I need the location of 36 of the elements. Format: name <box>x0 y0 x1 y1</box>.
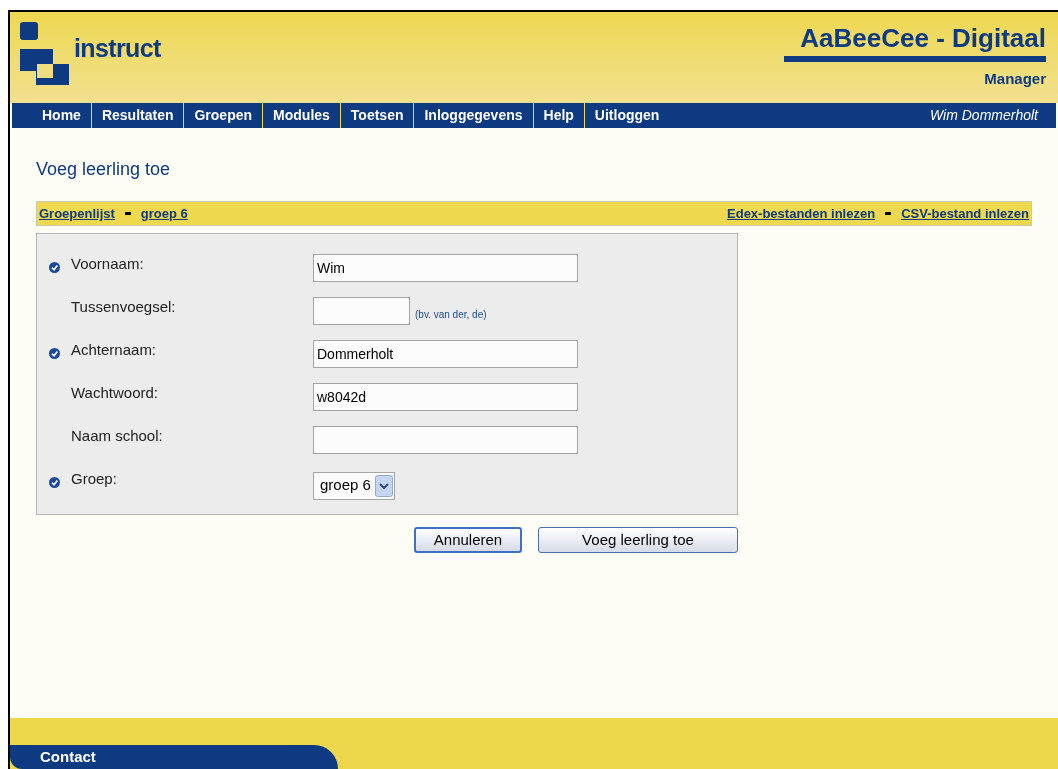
nav-link[interactable]: Resultaten <box>91 103 185 128</box>
link[interactable]: Groepenlijst <box>39 203 115 224</box>
separator-dash <box>885 212 892 215</box>
app-subtitle: Manager <box>984 69 1046 89</box>
logo-text: instruct <box>74 33 161 64</box>
text-field[interactable]: Wim <box>313 253 578 282</box>
link[interactable]: groep 6 <box>140 203 188 224</box>
field-label: Tussenvoegsel: <box>71 297 177 318</box>
cancel-button[interactable]: Annuleren <box>414 527 522 553</box>
text-field[interactable] <box>313 425 578 454</box>
add-student-button[interactable]: Voeg leerling toe <box>538 527 738 553</box>
field-hint: (bv. van der, de) <box>415 308 487 322</box>
text-field[interactable] <box>313 296 410 325</box>
field-label: Achternaam: <box>71 340 158 361</box>
contact-tab[interactable]: Contact <box>10 745 338 769</box>
logo-icon <box>20 22 70 85</box>
nav-link[interactable]: Toetsen <box>340 103 415 128</box>
link[interactable]: Edex-bestanden inlezen <box>727 203 876 224</box>
field-label: Groep: <box>71 469 118 490</box>
nav-link[interactable]: Help <box>533 103 585 128</box>
separator-dash <box>124 212 131 215</box>
field-label: Naam school: <box>71 426 164 447</box>
nav-link[interactable]: Groepen <box>184 103 264 128</box>
group-dropdown[interactable]: groep 6 <box>313 471 395 500</box>
field-label: Wachtwoord: <box>71 383 159 404</box>
nav-link[interactable]: Modules <box>263 103 341 128</box>
nav-link[interactable]: Inloggegevens <box>414 103 534 128</box>
nav-link[interactable]: Home <box>32 103 92 128</box>
app-title: AaBeeCee - Digitaal <box>784 20 1046 62</box>
text-field[interactable]: Dommerholt <box>313 339 578 368</box>
nav-link[interactable]: Uitloggen <box>584 103 670 128</box>
field-label: Voornaam: <box>71 254 145 275</box>
user-name: Wim Dommerholt <box>930 106 1038 125</box>
text-field[interactable]: w8042d <box>313 382 578 411</box>
link[interactable]: CSV-bestand inlezen <box>901 203 1029 224</box>
page-title: Voeg leerling toe <box>36 158 172 181</box>
